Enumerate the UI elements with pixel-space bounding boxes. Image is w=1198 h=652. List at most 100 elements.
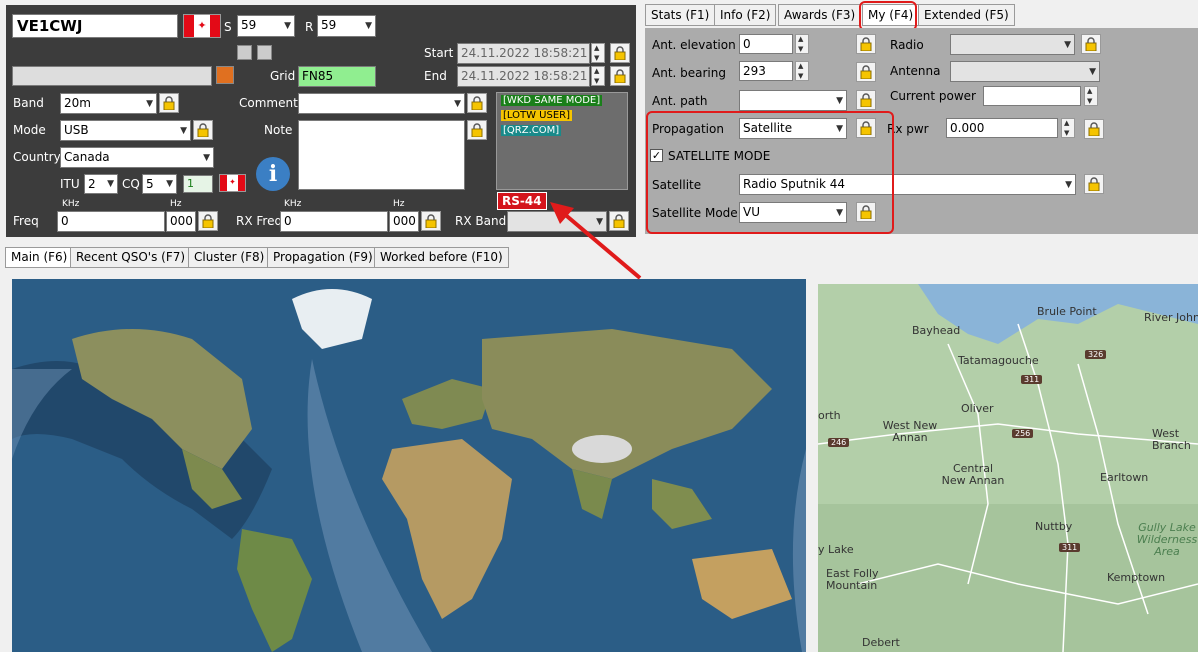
ant-path-select[interactable]: ▼ — [739, 90, 847, 111]
qrz-lookup-icon[interactable] — [216, 66, 234, 84]
rx-pwr-lock-icon[interactable] — [1084, 119, 1104, 139]
ant-bearing-lock-icon[interactable] — [856, 62, 876, 82]
tab-main[interactable]: Main (F6) — [5, 247, 74, 268]
freq-label: Freq — [13, 214, 39, 228]
rx-pwr-spinner[interactable] — [1061, 118, 1075, 138]
ant-elevation-label: Ant. elevation — [652, 38, 736, 52]
comment-lock-icon[interactable] — [467, 93, 487, 113]
rst-rcvd-value: 59 — [321, 18, 337, 32]
note-lock-icon[interactable] — [467, 120, 487, 140]
route-311-shield-b: 311 — [1059, 543, 1081, 552]
chevron-down-icon: ▼ — [107, 179, 114, 189]
name-input[interactable] — [12, 66, 212, 86]
cq-extra-field[interactable]: 1 — [183, 175, 213, 193]
grid-input[interactable]: FN85 — [298, 66, 376, 87]
tab-my-highlight — [859, 1, 917, 31]
rx-freq-khz-input[interactable]: 0 — [280, 211, 388, 232]
rst-sent-value: 59 — [241, 18, 257, 32]
antenna-select[interactable]: ▼ — [950, 61, 1100, 82]
lotw-user-tag: [LOTW USER] — [501, 110, 572, 121]
rst-rcvd-label: R — [305, 20, 314, 34]
grid-label: Grid — [270, 69, 296, 83]
cq-select[interactable]: 5 ▼ — [142, 174, 177, 194]
info-icon[interactable]: i — [256, 157, 290, 191]
country-flag-small-icon: ✦ — [219, 174, 246, 192]
start-time-spinner[interactable] — [591, 43, 605, 63]
rxfreq-hz-label: Hz — [393, 199, 405, 209]
rx-band-label: RX Band — [455, 214, 507, 228]
map-place-west-new-annan: West New Annan — [882, 419, 938, 444]
map-place-debert: Debert — [862, 636, 900, 649]
comment-select[interactable]: ▼ — [298, 93, 465, 114]
ant-elevation-lock-icon[interactable] — [856, 34, 876, 54]
tab-recent-qsos[interactable]: Recent QSO's (F7) — [70, 247, 192, 268]
country-flag-icon: ✦ — [183, 14, 221, 38]
cq-value: 5 — [146, 177, 154, 191]
chevron-down-icon: ▼ — [284, 21, 291, 31]
tab-awards[interactable]: Awards (F3) — [778, 4, 862, 26]
radio-lock-icon[interactable] — [1081, 34, 1101, 54]
ant-elevation-input[interactable]: 0 — [739, 34, 793, 54]
ant-elevation-spinner[interactable] — [795, 34, 809, 54]
local-map-graphic — [818, 284, 1198, 652]
satellite-lock-icon[interactable] — [1084, 174, 1104, 194]
cq-label: CQ — [122, 177, 140, 191]
chevron-down-icon: ▼ — [166, 179, 173, 189]
rx-freq-lock-icon[interactable] — [421, 211, 441, 231]
tab-cluster[interactable]: Cluster (F8) — [188, 247, 271, 268]
end-lock-icon[interactable] — [610, 66, 630, 86]
map-place-partial-lake: y Lake — [818, 543, 854, 556]
tab-worked-before[interactable]: Worked before (F10) — [374, 247, 509, 268]
mode-lock-icon[interactable] — [193, 120, 213, 140]
band-lock-icon[interactable] — [159, 93, 179, 113]
ant-path-lock-icon[interactable] — [856, 90, 876, 110]
tab-stats[interactable]: Stats (F1) — [645, 4, 716, 26]
map-place-kemptown: Kemptown — [1107, 571, 1166, 584]
end-time-input[interactable]: 24.11.2022 18:58:21 — [457, 66, 590, 87]
rxfreq-khz-label: KHz — [284, 199, 302, 209]
freq-lock-icon[interactable] — [198, 211, 218, 231]
route-256-shield: 256 — [1012, 429, 1034, 438]
rst-rcvd-select[interactable]: 59 ▼ — [317, 15, 376, 37]
band-label: Band — [13, 96, 44, 110]
current-power-input[interactable] — [983, 86, 1081, 106]
antenna-label: Antenna — [890, 64, 941, 78]
band-value: 20m — [64, 96, 91, 110]
tab-extended[interactable]: Extended (F5) — [918, 4, 1015, 26]
end-label: End — [424, 69, 447, 83]
current-power-spinner[interactable] — [1084, 86, 1098, 106]
wkd-same-mode-tag: [WKD SAME MODE] — [501, 95, 603, 106]
freq-hz-input[interactable]: 000 — [166, 211, 196, 232]
chevron-down-icon: ▼ — [365, 21, 372, 31]
ant-path-label: Ant. path — [652, 94, 708, 108]
end-time-spinner[interactable] — [591, 66, 605, 86]
ant-bearing-spinner[interactable] — [795, 61, 809, 81]
band-select[interactable]: 20m ▼ — [60, 93, 157, 114]
small-button-2[interactable] — [257, 45, 272, 60]
itu-label: ITU — [60, 177, 80, 191]
rx-freq-hz-input[interactable]: 000 — [389, 211, 419, 232]
ant-bearing-input[interactable]: 293 — [739, 61, 793, 81]
callsign-input[interactable]: VE1CWJ — [12, 14, 178, 38]
itu-select[interactable]: 2 ▼ — [84, 174, 118, 194]
satellite-settings-highlight — [646, 111, 894, 234]
small-button-1[interactable] — [237, 45, 252, 60]
mode-select[interactable]: USB ▼ — [60, 120, 191, 141]
rst-sent-select[interactable]: 59 ▼ — [237, 15, 295, 37]
tab-info[interactable]: Info (F2) — [714, 4, 777, 26]
map-place-oliver: Oliver — [961, 402, 994, 415]
chevron-down-icon: ▼ — [1089, 66, 1096, 77]
rx-pwr-input[interactable]: 0.000 — [946, 118, 1058, 138]
start-lock-icon[interactable] — [610, 43, 630, 63]
local-map[interactable] — [818, 284, 1198, 652]
country-select[interactable]: Canada ▼ — [60, 147, 214, 168]
tab-propagation[interactable]: Propagation (F9) — [267, 247, 379, 268]
radio-select[interactable]: ▼ — [950, 34, 1075, 55]
world-map[interactable] — [12, 279, 806, 652]
freq-khz-input[interactable]: 0 — [57, 211, 165, 232]
map-place-west-branch: West Branch River John — [1152, 428, 1191, 452]
note-textarea[interactable] — [298, 120, 465, 190]
start-time-input[interactable]: 24.11.2022 18:58:21 — [457, 43, 590, 64]
chevron-down-icon: ▼ — [1065, 179, 1072, 190]
route-311-shield-a: 311 — [1021, 375, 1043, 384]
